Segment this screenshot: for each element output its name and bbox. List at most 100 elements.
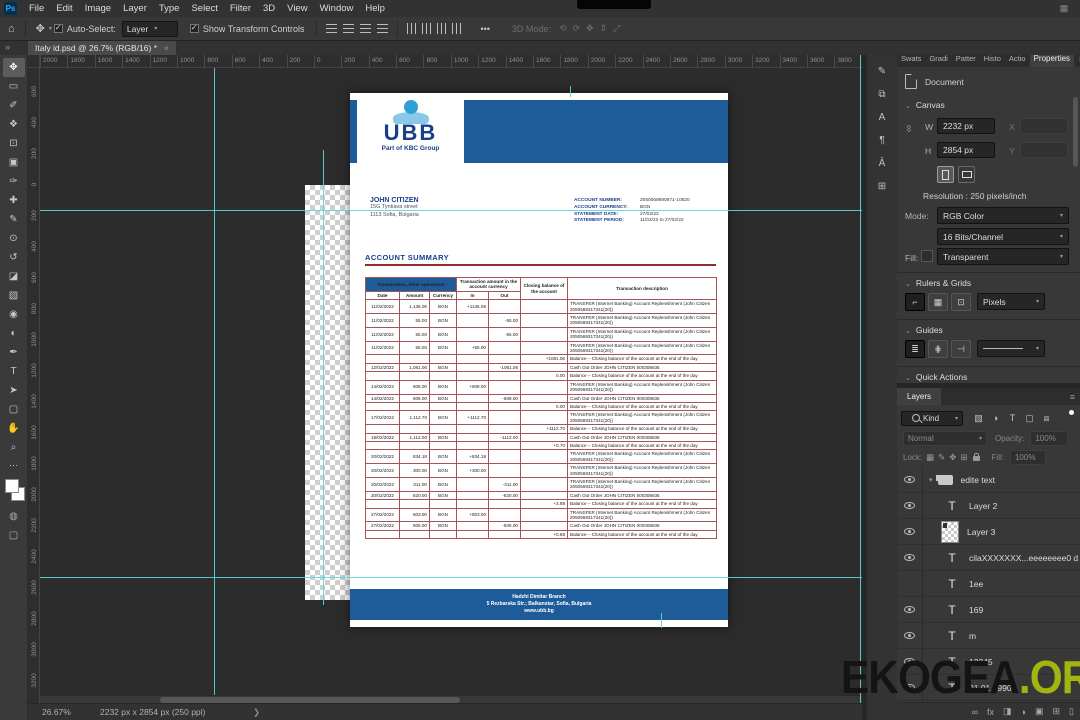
guides-section-header[interactable]: ⌄ Guides [905, 325, 943, 335]
clone-source-panel-icon[interactable]: ⧉ [871, 84, 893, 104]
lock-icon[interactable]: ⊞ [960, 452, 967, 463]
link-layers-icon[interactable]: ∞ [972, 707, 978, 717]
menu-item[interactable]: Layer [117, 0, 153, 17]
lock-icon[interactable]: ✥ [949, 452, 956, 463]
tab-layers[interactable]: Layers [897, 388, 942, 405]
layer-filter-icon[interactable]: T [1005, 411, 1020, 426]
align-justify-icon[interactable] [377, 24, 389, 33]
canvas-section-header[interactable]: ⌄ Canvas [905, 100, 945, 110]
brushes-panel-icon[interactable]: ✎ [871, 61, 893, 81]
move-tool[interactable]: ✥ [2, 58, 25, 77]
workspace-icon[interactable]: ▦ [1056, 3, 1072, 14]
blur-tool[interactable]: ◉ [3, 305, 25, 324]
type-tool[interactable]: T [3, 362, 25, 381]
layer-row[interactable]: Layer 2 [897, 493, 1080, 519]
vertical-ruler[interactable]: 600 400 200 0 200 400 600 800 1000 1200 1400 1600 18… [28, 68, 40, 703]
horizontal-scrollbar[interactable] [40, 695, 862, 703]
canvas-viewport[interactable]: UBB Part of KBC Group JOHN CITIZEN 15G T… [40, 68, 862, 695]
align-right-icon[interactable] [360, 24, 372, 33]
align-left-icon[interactable] [326, 24, 338, 33]
guide-vertical-mid[interactable] [323, 150, 324, 605]
zoom-tool[interactable]: ⌕ [3, 438, 25, 457]
menu-item[interactable]: Window [314, 0, 360, 17]
distribute-middle-icon[interactable] [422, 23, 432, 34]
landscape-orientation-button[interactable] [958, 166, 975, 183]
shape-tool[interactable]: ▢ [3, 400, 25, 419]
visibility-toggle[interactable] [897, 493, 923, 518]
visibility-toggle[interactable] [897, 545, 923, 570]
gradient-tool[interactable]: ▧ [3, 286, 25, 305]
align-center-icon[interactable] [343, 24, 355, 33]
menu-item[interactable]: File [23, 0, 50, 17]
zoom-level-field[interactable]: 26.67% [42, 707, 71, 717]
status-chevron-icon[interactable]: ❯ [253, 707, 260, 718]
layer-filter-icon[interactable]: ⧈ [1039, 411, 1054, 426]
width-field[interactable]: 2232 px [937, 118, 995, 134]
menu-item[interactable]: Image [79, 0, 117, 17]
layer-row[interactable]: cilaXXXXXXX...eeeeeeee0 d [897, 545, 1080, 571]
menu-item[interactable]: 3D [257, 0, 281, 17]
more-options-icon[interactable]: ••• [480, 24, 489, 34]
height-field[interactable]: 2854 px [937, 142, 995, 158]
snap-toggle-icon[interactable]: ⊡ [951, 293, 971, 311]
eraser-tool[interactable]: ◪ [3, 267, 25, 286]
auto-select-checkbox[interactable] [53, 23, 63, 33]
bit-depth-dropdown[interactable]: 16 Bits/Channel ▾ [937, 228, 1069, 245]
menu-item[interactable]: Type [153, 0, 186, 17]
layer-mask-icon[interactable]: ◨ [1003, 706, 1012, 717]
menu-item[interactable]: Help [359, 0, 391, 17]
dodge-tool[interactable]: ◐ [3, 324, 25, 343]
edit-toolbar-icon[interactable]: ⋯ [9, 460, 18, 471]
guide-vertical-left[interactable] [214, 68, 215, 695]
marquee-tool[interactable]: ▭ [3, 77, 25, 96]
distribute-vertical-icon[interactable] [452, 23, 462, 34]
auto-select-dropdown[interactable]: Layer ▾ [121, 20, 178, 37]
object-selection-tool[interactable]: ❖ [3, 115, 25, 134]
layer-row[interactable]: Layer 3 [897, 519, 1080, 545]
guide-vertical-right[interactable] [860, 55, 861, 703]
guides-toggle-icon[interactable]: ≣ [905, 340, 925, 358]
menu-item[interactable]: Filter [224, 0, 257, 17]
tab-overflow-chevron[interactable]: » [5, 42, 10, 52]
visibility-toggle[interactable] [897, 519, 923, 544]
document-tab[interactable]: Italy id.psd @ 26.7% (RGB/16) * × [28, 41, 176, 55]
history-brush-tool[interactable]: ↺ [3, 248, 25, 267]
layer-filter-icon[interactable]: ▨ [971, 411, 986, 426]
menu-item[interactable]: View [281, 0, 313, 17]
horizontal-ruler[interactable]: 2000 1800 1600 1400 1200 1000 800 600 400 200 0 200… [40, 55, 862, 68]
kind-filter-dropdown[interactable]: Kind ▾ [901, 410, 963, 426]
glyphs-panel-icon[interactable]: Ā [871, 153, 893, 173]
close-icon[interactable]: × [164, 44, 169, 53]
rulers-grids-section-header[interactable]: ⌄ Rulers & Grids [905, 278, 971, 288]
layer-row[interactable]: edite text [897, 467, 1080, 493]
screen-mode-icon[interactable]: ▢ [9, 530, 18, 541]
distribute-bottom-icon[interactable] [437, 23, 447, 34]
link-dimensions-icon[interactable]: ∞ [903, 125, 914, 132]
brush-tool[interactable]: ✎ [3, 210, 25, 229]
healing-brush-tool[interactable]: ✚ [3, 191, 25, 210]
menu-item[interactable]: Edit [50, 0, 78, 17]
layer-row[interactable]: 1ee [897, 571, 1080, 597]
color-mode-dropdown[interactable]: RGB Color ▾ [937, 207, 1069, 224]
ruler-units-dropdown[interactable]: Pixels ▾ [977, 293, 1045, 310]
layer-row[interactable]: m [897, 623, 1080, 649]
delete-layer-icon[interactable]: ▯ [1069, 706, 1074, 717]
visibility-toggle[interactable] [897, 597, 923, 622]
layer-filter-icon[interactable]: ▢ [1022, 411, 1037, 426]
eyedropper-tool[interactable]: ✑ [3, 172, 25, 191]
lock-guides-icon[interactable]: ⊣ [951, 340, 971, 358]
portrait-orientation-button[interactable] [937, 166, 954, 183]
lock-icon[interactable]: ▦ [926, 452, 934, 463]
show-transform-checkbox[interactable] [189, 23, 199, 33]
layers-menu-icon[interactable]: ≡ [1065, 388, 1080, 405]
visibility-toggle[interactable] [897, 467, 923, 492]
smart-guides-icon[interactable]: ⋕ [928, 340, 948, 358]
frame-tool[interactable]: ▣ [3, 153, 25, 172]
hand-tool[interactable]: ✋ [3, 419, 25, 438]
lasso-tool[interactable]: ✐ [3, 96, 25, 115]
path-select-tool[interactable]: ➤ [3, 381, 25, 400]
guide-style-dropdown[interactable]: ▾ [977, 340, 1045, 357]
libraries-panel-icon[interactable]: ⊞ [871, 176, 893, 196]
guide-horizontal-top[interactable] [40, 210, 862, 211]
new-layer-icon[interactable]: ⊞ [1053, 706, 1061, 717]
